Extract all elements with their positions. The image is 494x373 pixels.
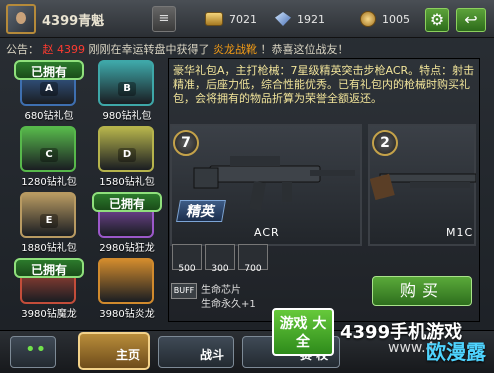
watermark-logo: 游戏 大全 — [272, 308, 334, 356]
chest-8[interactable]: 3980钻炎龙 — [90, 258, 164, 320]
chest-label: 3980钻魔龙 — [21, 309, 77, 320]
buff-effect: 生命永久+1 — [201, 299, 256, 310]
chest-6[interactable]: 已拥有 2980钻狂龙 — [90, 192, 164, 254]
chest-icon — [98, 258, 154, 304]
announcement-item: 炎龙战靴 — [213, 43, 257, 56]
announcement-ticker: 公告： 赵 4399 刚刚在幸运转盘中获得了 炎龙战靴 ！恭喜这位战友！ — [6, 41, 492, 57]
buff-icon: BUFF — [171, 283, 197, 299]
buy-button[interactable]: 购买 — [372, 276, 472, 306]
back-button[interactable]: ↩ — [456, 8, 486, 32]
announcement-player: 赵 — [42, 43, 54, 56]
chest-letter: E — [40, 214, 58, 228]
weapon-level-m1c: 2 — [372, 130, 398, 156]
medal-counter: 1005 — [360, 9, 410, 29]
watermark-brand: 欧漫露 — [426, 340, 486, 364]
owned-badge: 已拥有 — [92, 192, 162, 212]
chest-label: 3980钻炎龙 — [99, 309, 155, 320]
gem-counter: 1921 — [275, 9, 325, 29]
avatar[interactable] — [6, 4, 36, 34]
package-description: 豪华礼包A，主打枪械：7星级精英突击步枪ACR。特点：射击精准，后座力低，综合性… — [173, 64, 475, 105]
bonus-item-3-count: 700 — [244, 264, 262, 274]
medal-value: 1005 — [382, 12, 410, 26]
medal-icon — [360, 11, 376, 27]
chest-letter: C — [40, 148, 58, 162]
gem-icon — [275, 12, 291, 26]
chest-2[interactable]: B 980钻礼包 — [90, 60, 164, 122]
chest-label: 1580钻礼包 — [99, 177, 155, 188]
announcement-prefix: 公告： — [6, 43, 39, 56]
chest-letter: A — [40, 82, 58, 96]
coin-icon — [205, 12, 223, 26]
owned-badge: 已拥有 — [14, 60, 84, 80]
shotgun-icon — [370, 173, 476, 201]
chat-button[interactable] — [10, 336, 56, 368]
chest-4[interactable]: D 1580钻礼包 — [90, 126, 164, 188]
chest-label: 1880钻礼包 — [21, 243, 77, 254]
chest-1[interactable]: A 已拥有 680钻礼包 — [12, 60, 86, 122]
chest-letter: B — [118, 82, 136, 96]
chest-3[interactable]: C 1280钻礼包 — [12, 126, 86, 188]
chest-letter: D — [118, 148, 136, 162]
bonus-item-2-count: 300 — [211, 264, 229, 274]
bonus-item-1-count: 500 — [178, 264, 196, 274]
gear-icon: ⚙ — [429, 10, 445, 29]
settings-button[interactable]: ⚙ — [425, 8, 449, 32]
game-screen: 4399青魁 ≡ 7021 1921 1005 ⚙ ↩ 公告： 赵 4399 刚… — [0, 0, 494, 373]
elite-badge: 精英 — [176, 200, 226, 222]
chest-7[interactable]: 已拥有 3980钻魔龙 — [12, 258, 86, 320]
chest-label: 680钻礼包 — [24, 111, 74, 122]
weapon-name-acr: ACR — [254, 226, 280, 239]
chest-5[interactable]: E 1880钻礼包 — [12, 192, 86, 254]
back-arrow-icon: ↩ — [464, 10, 478, 29]
player-name: 4399青魁 — [42, 14, 105, 29]
buff-name: 生命芯片 — [201, 285, 241, 296]
menu-icon[interactable]: ≡ — [152, 6, 176, 32]
chest-label: 2980钻狂龙 — [99, 243, 155, 254]
chest-label: 1280钻礼包 — [21, 177, 77, 188]
announcement-middle: 刚刚在幸运转盘中获得了 — [88, 43, 210, 56]
owned-badge: 已拥有 — [14, 258, 84, 278]
nav-battle-label: 战斗 — [200, 348, 225, 362]
announcement-player-id: 4399 — [57, 43, 85, 56]
nav-home-label: 主页 — [116, 348, 141, 362]
gem-value: 1921 — [297, 12, 325, 26]
coin-value: 7021 — [229, 12, 257, 26]
announcement-suffix: ！恭喜这位战友！ — [260, 43, 349, 56]
weapon-name-m1c: M1C — [446, 226, 474, 239]
chest-label: 980钻礼包 — [102, 111, 152, 122]
coin-counter: 7021 — [205, 9, 257, 29]
